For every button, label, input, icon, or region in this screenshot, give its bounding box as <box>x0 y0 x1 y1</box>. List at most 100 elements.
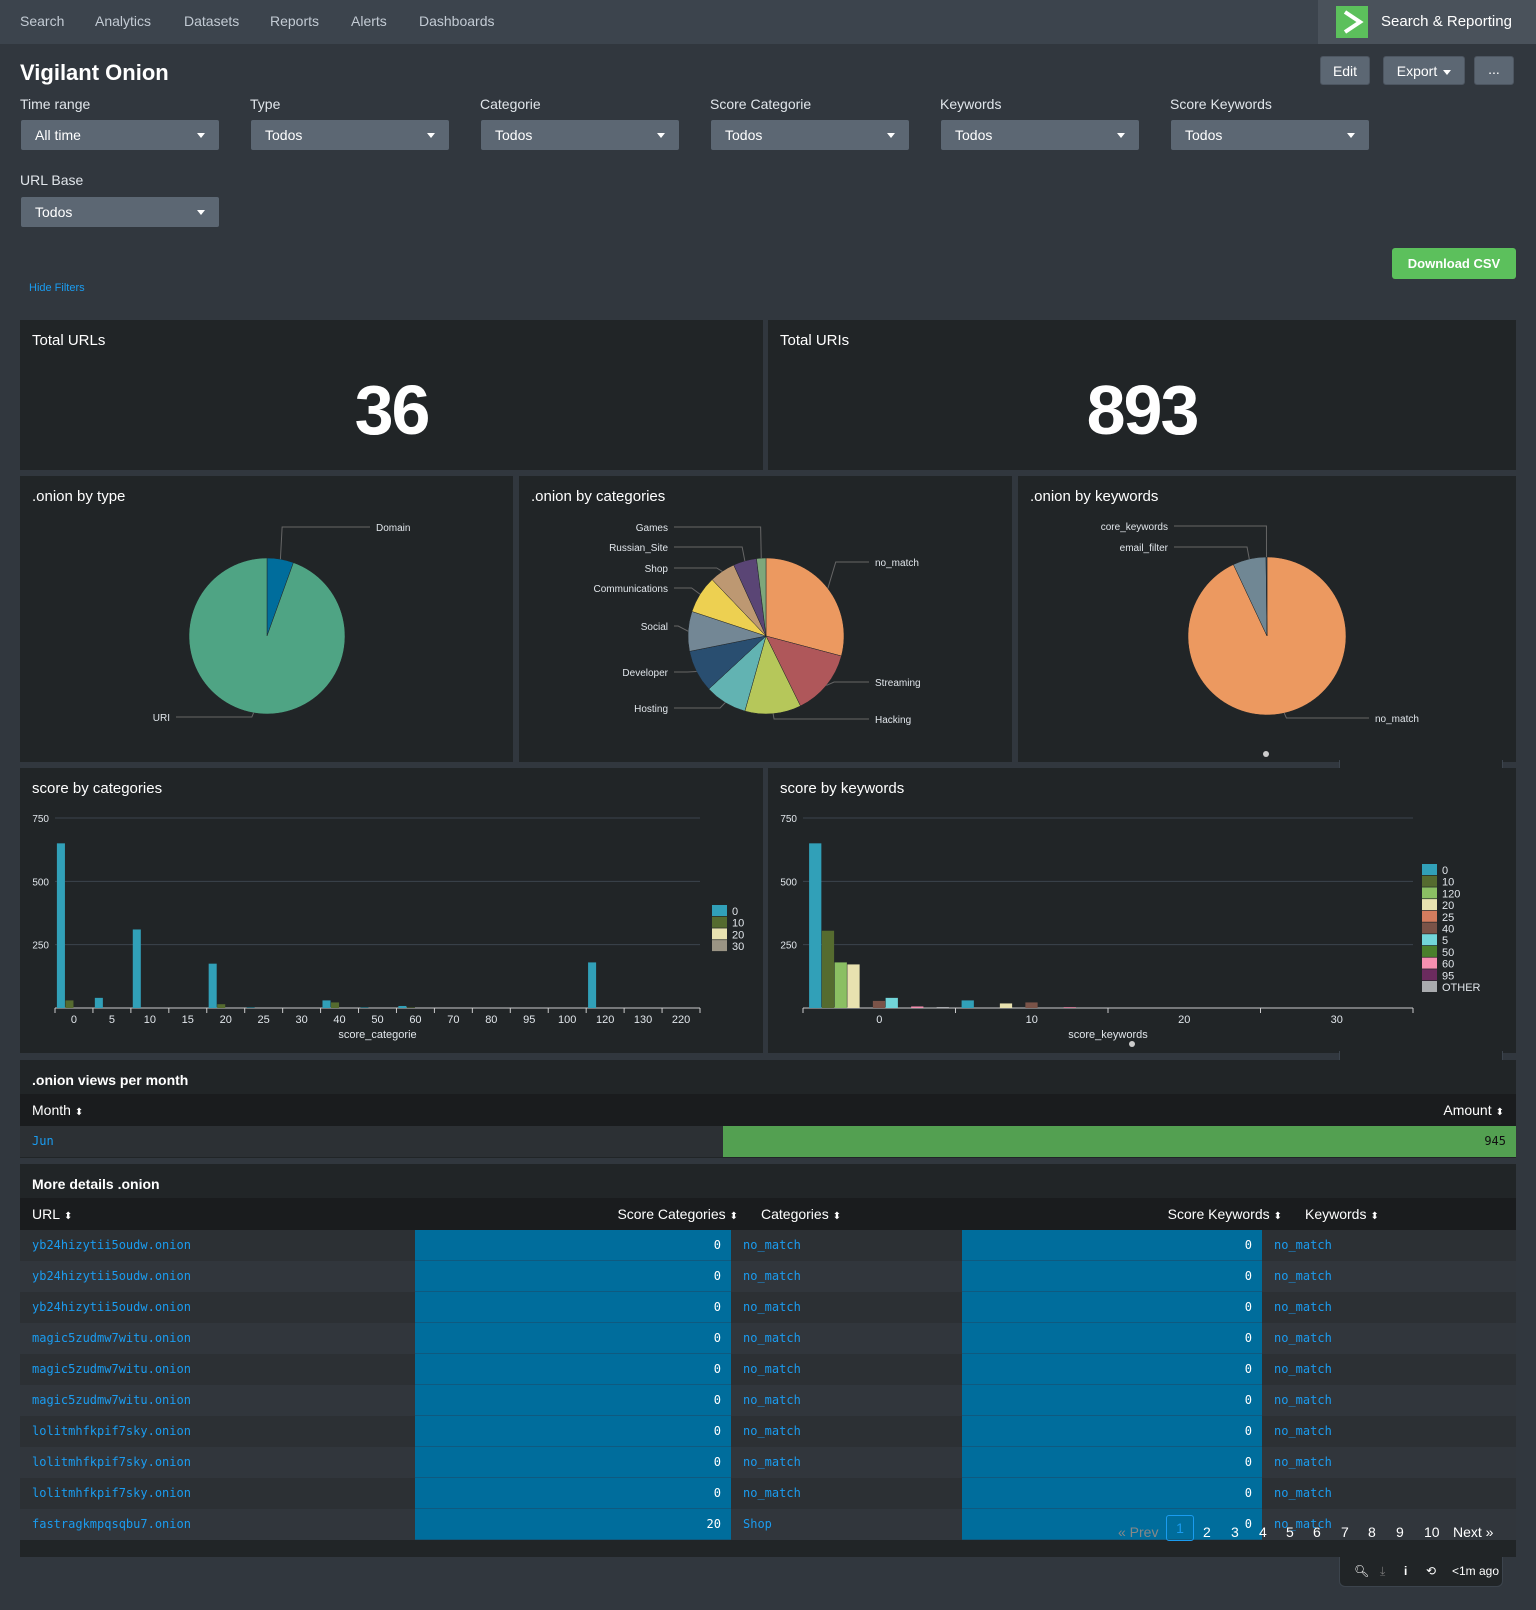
categorie-select[interactable]: Todos <box>481 120 679 150</box>
nav-analytics[interactable]: Analytics <box>95 13 151 29</box>
categories-cell[interactable]: no_match <box>731 1416 962 1447</box>
categories-cell[interactable]: no_match <box>731 1292 962 1323</box>
bar-0-20[interactable] <box>208 963 217 1008</box>
legend-label[interactable]: OTHER <box>1442 982 1481 994</box>
keywords-cell[interactable]: no_match <box>1262 1478 1516 1509</box>
column-header-score-keywords[interactable]: Score Keywords ⬍ <box>1168 1206 1282 1222</box>
nav-datasets[interactable]: Datasets <box>184 13 239 29</box>
categories-cell[interactable]: no_match <box>731 1385 962 1416</box>
keywords-cell[interactable]: no_match <box>1262 1354 1516 1385</box>
bar-20-0[interactable] <box>847 964 860 1008</box>
pager-dot[interactable] <box>1263 751 1269 757</box>
export-button[interactable]: Export <box>1383 56 1465 85</box>
bar-0-120[interactable] <box>588 962 597 1008</box>
keywords-select[interactable]: Todos <box>941 120 1139 150</box>
legend-label[interactable]: 10 <box>1442 877 1454 889</box>
page-button[interactable]: 5 <box>1286 1524 1294 1540</box>
legend-label[interactable]: 120 <box>1442 888 1460 900</box>
bar-10-0[interactable] <box>65 1000 74 1008</box>
legend-label[interactable]: 30 <box>732 941 744 953</box>
legend-label[interactable]: 20 <box>1442 900 1454 912</box>
column-header-categories[interactable]: Categories ⬍ <box>761 1206 841 1222</box>
keywords-cell[interactable]: no_match <box>1262 1385 1516 1416</box>
legend-label[interactable]: 10 <box>732 918 744 930</box>
nav-search[interactable]: Search <box>20 13 64 29</box>
legend-label[interactable]: 0 <box>1442 865 1448 877</box>
bar-10-20[interactable] <box>217 1004 226 1008</box>
categories-cell[interactable]: no_match <box>731 1478 962 1509</box>
url-cell[interactable]: lolitmhfkpif7sky.onion <box>20 1416 415 1447</box>
pager-dot[interactable] <box>1129 1041 1135 1047</box>
score-categorie-select[interactable]: Todos <box>711 120 909 150</box>
bar-0-60[interactable] <box>398 1005 407 1008</box>
bar-0-50[interactable] <box>360 1007 369 1008</box>
categories-cell[interactable]: no_match <box>731 1447 962 1478</box>
bar-0-5[interactable] <box>94 997 103 1008</box>
categories-cell[interactable]: no_match <box>731 1230 962 1261</box>
legend-label[interactable]: 60 <box>1442 959 1454 971</box>
keywords-cell[interactable]: no_match <box>1262 1323 1516 1354</box>
bar-120-0[interactable] <box>834 962 847 1008</box>
bar-10-0[interactable] <box>821 930 835 1008</box>
url-cell[interactable]: yb24hizytii5oudw.onion <box>20 1261 415 1292</box>
keywords-cell[interactable]: no_match <box>1262 1292 1516 1323</box>
column-header-score-categories[interactable]: Score Categories ⬍ <box>617 1206 738 1222</box>
column-header-month[interactable]: Month ⬍ <box>32 1102 83 1118</box>
categories-cell[interactable]: no_match <box>731 1323 962 1354</box>
page-button[interactable]: 2 <box>1203 1524 1211 1540</box>
column-header-keywords[interactable]: Keywords ⬍ <box>1305 1206 1379 1222</box>
page-button[interactable]: 9 <box>1396 1524 1404 1540</box>
legend-label[interactable]: 40 <box>1442 924 1454 936</box>
prev-page-button[interactable]: « Prev <box>1118 1524 1158 1540</box>
page-button[interactable]: 10 <box>1424 1524 1440 1540</box>
bar-0-0[interactable] <box>56 843 65 1008</box>
bar-10-60[interactable] <box>406 1007 415 1008</box>
legend-label[interactable]: 0 <box>732 906 738 918</box>
hide-filters-link[interactable]: Hide Filters <box>29 282 85 294</box>
nav-reports[interactable]: Reports <box>270 13 319 29</box>
nav-dashboards[interactable]: Dashboards <box>419 13 495 29</box>
url-cell[interactable]: magic5zudmw7witu.onion <box>20 1323 415 1354</box>
column-header-url[interactable]: URL ⬍ <box>32 1206 72 1222</box>
bar-10-40[interactable] <box>331 1002 340 1008</box>
legend-label[interactable]: 5 <box>1442 935 1448 947</box>
bar-60-0[interactable] <box>911 1006 924 1008</box>
edit-button[interactable]: Edit <box>1320 56 1370 85</box>
bar-40-10[interactable] <box>1025 1002 1038 1008</box>
url-cell[interactable]: magic5zudmw7witu.onion <box>20 1354 415 1385</box>
categories-cell[interactable]: no_match <box>731 1354 962 1385</box>
download-csv-button[interactable]: Download CSV <box>1392 248 1516 279</box>
app-badge[interactable]: Search & Reporting <box>1318 0 1536 44</box>
url-cell[interactable]: yb24hizytii5oudw.onion <box>20 1230 415 1261</box>
type-select[interactable]: Todos <box>251 120 449 150</box>
time-range-select[interactable]: All time <box>21 120 219 150</box>
refresh-icon[interactable]: ⟲ <box>1426 1564 1436 1578</box>
score-keywords-select[interactable]: Todos <box>1171 120 1369 150</box>
page-button[interactable]: 4 <box>1259 1524 1267 1540</box>
more-button[interactable]: ... <box>1474 56 1514 85</box>
bar-0-40[interactable] <box>322 1000 331 1008</box>
bar-40-0[interactable] <box>872 1000 886 1008</box>
bar-OTHER-0[interactable] <box>936 1006 949 1008</box>
bar-5-0[interactable] <box>885 997 898 1008</box>
url-base-select[interactable]: Todos <box>21 197 219 227</box>
nav-alerts[interactable]: Alerts <box>351 13 387 29</box>
categories-cell[interactable]: Shop <box>731 1509 962 1540</box>
legend-label[interactable]: 95 <box>1442 970 1454 982</box>
keywords-cell[interactable]: no_match <box>1262 1230 1516 1261</box>
download-icon[interactable]: ⤓ <box>1380 1564 1385 1579</box>
url-cell[interactable]: fastragkmpqsqbu7.onion <box>20 1509 415 1540</box>
legend-label[interactable]: 50 <box>1442 947 1454 959</box>
keywords-cell[interactable]: no_match <box>1262 1447 1516 1478</box>
keywords-cell[interactable]: no_match <box>1262 1261 1516 1292</box>
page-button-current[interactable]: 1 <box>1166 1515 1194 1541</box>
url-cell[interactable]: lolitmhfkpif7sky.onion <box>20 1447 415 1478</box>
column-header-amount[interactable]: Amount ⬍ <box>1443 1102 1504 1118</box>
page-button[interactable]: 7 <box>1341 1524 1349 1540</box>
bar-0-0[interactable] <box>809 843 822 1008</box>
bar-60-10[interactable] <box>1063 1007 1076 1008</box>
bar-0-25[interactable] <box>246 1007 255 1008</box>
page-button[interactable]: 6 <box>1313 1524 1321 1540</box>
legend-label[interactable]: 25 <box>1442 912 1454 924</box>
page-button[interactable]: 8 <box>1368 1524 1376 1540</box>
